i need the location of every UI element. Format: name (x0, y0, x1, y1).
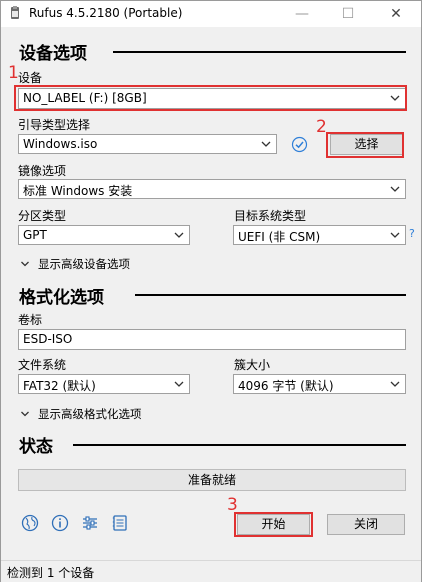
advanced-drive-toggle[interactable]: 显示高级设备选项 (20, 256, 130, 272)
chevron-down-icon (174, 381, 184, 387)
boot-selection-label: 引导类型选择 (18, 118, 91, 132)
volume-label-value: ESD-ISO (23, 332, 73, 346)
boot-selection-value: Windows.iso (23, 137, 98, 151)
chevron-down-icon (390, 232, 400, 238)
chevron-down-icon (21, 411, 29, 417)
section-divider (73, 444, 406, 446)
image-option-label: 镜像选项 (18, 164, 67, 178)
image-option-value: 标准 Windows 安装 (23, 184, 133, 198)
partition-scheme-value: GPT (23, 228, 47, 242)
close-window-button[interactable]: ✕ (373, 1, 419, 27)
chevron-down-icon (21, 261, 29, 267)
section-divider (113, 51, 406, 53)
partition-scheme-dropdown[interactable]: GPT (18, 225, 190, 245)
file-system-dropdown[interactable]: FAT32 (默认) (18, 374, 190, 394)
advanced-format-toggle[interactable]: 显示高级格式化选项 (20, 406, 142, 422)
title-bar: Rufus 4.5.2180 (Portable) — ☐ ✕ (1, 1, 421, 27)
chevron-down-icon (390, 381, 400, 387)
check-hash-icon[interactable] (291, 136, 308, 153)
section-divider (135, 294, 406, 296)
close-button[interactable]: 关闭 (327, 514, 405, 535)
file-system-value: FAT32 (默认) (23, 379, 96, 393)
rufus-app-icon (11, 6, 19, 19)
annotation-box-start (234, 512, 313, 537)
target-system-value: UEFI (非 CSM) (238, 230, 321, 244)
chevron-down-icon (261, 141, 271, 147)
status-section-heading: 状态 (19, 437, 53, 457)
minimize-button[interactable]: — (279, 1, 325, 27)
cluster-size-label: 簇大小 (234, 358, 271, 372)
cluster-size-value: 4096 字节 (默认) (238, 379, 334, 393)
log-icon[interactable] (111, 514, 129, 532)
partition-scheme-label: 分区类型 (18, 209, 67, 223)
boot-selection-dropdown[interactable]: Windows.iso (18, 134, 277, 154)
target-system-dropdown[interactable]: UEFI (非 CSM) (233, 225, 406, 245)
status-progress-bar: 准备就绪 (18, 469, 406, 491)
cluster-size-dropdown[interactable]: 4096 字节 (默认) (233, 374, 406, 394)
maximize-button[interactable]: ☐ (325, 1, 371, 27)
rufus-window: Rufus 4.5.2180 (Portable) — ☐ ✕ 设备选项 1 设… (0, 0, 422, 582)
annotation-box-device (14, 85, 407, 111)
status-bar-text: 检测到 1 个设备 (7, 566, 95, 580)
device-label: 设备 (18, 71, 43, 85)
chevron-down-icon (390, 186, 400, 192)
annotation-box-select (326, 132, 404, 158)
volume-label-input[interactable]: ESD-ISO (18, 329, 406, 350)
info-icon[interactable] (51, 514, 69, 532)
chevron-down-icon (174, 232, 184, 238)
settings-sliders-icon[interactable] (81, 514, 99, 532)
help-icon[interactable]: ? (409, 227, 415, 240)
globe-icon[interactable] (21, 514, 39, 532)
status-bar: 检测到 1 个设备 (1, 560, 421, 582)
advanced-drive-toggle-label: 显示高级设备选项 (38, 257, 130, 271)
window-title: Rufus 4.5.2180 (Portable) (29, 6, 183, 20)
file-system-label: 文件系统 (18, 358, 67, 372)
format-section-heading: 格式化选项 (19, 288, 104, 308)
image-option-dropdown[interactable]: 标准 Windows 安装 (18, 179, 406, 199)
advanced-format-toggle-label: 显示高级格式化选项 (38, 407, 142, 421)
volume-label-label: 卷标 (18, 313, 43, 327)
drive-section-heading: 设备选项 (19, 44, 87, 64)
target-system-label: 目标系统类型 (234, 209, 307, 223)
